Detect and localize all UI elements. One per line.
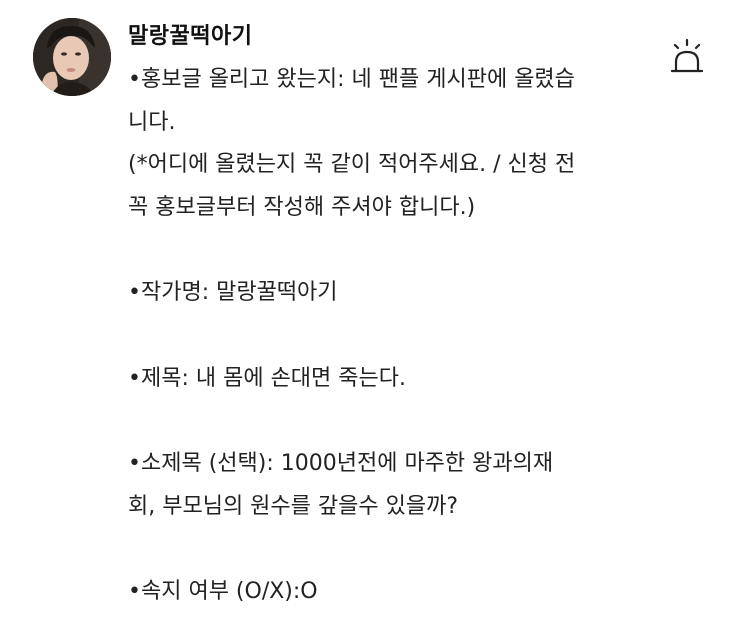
- post-line: •속지 여부 (O/X):O: [128, 579, 318, 605]
- post-line: [128, 315, 648, 358]
- post-line: 회, 부모님의 원수를 갚을수 있을까?: [128, 493, 459, 519]
- report-button[interactable]: [665, 36, 709, 80]
- post-line: [128, 230, 648, 273]
- post-line: (*어디에 올렸는지 꼭 같이 적어주세요. / 신청 전: [128, 152, 576, 178]
- post-line: 꼭 홍보글부터 작성해 주셔야 합니다.): [128, 195, 476, 221]
- avatar-photo: [33, 18, 111, 96]
- post: 말랑꿀떡아기 •홍보글 올리고 왔는지: 네 팬플 게시판에 올렸습 니다. (…: [0, 0, 750, 629]
- post-line: •작가명: 말랑꿀떡아기: [128, 280, 338, 306]
- post-line: •제목: 내 몸에 손대면 죽는다.: [128, 365, 406, 391]
- post-line: •홍보글 올리고 왔는지: 네 팬플 게시판에 올렸습: [128, 67, 575, 92]
- post-line: 니다.: [128, 109, 176, 135]
- post-line: •소제목 (선택): 1000년전에 마주한 왕과의재: [128, 451, 554, 477]
- avatar[interactable]: [33, 18, 111, 96]
- author-name[interactable]: 말랑꿀떡아기: [128, 18, 252, 50]
- post-line: [128, 529, 648, 572]
- post-body: •홍보글 올리고 왔는지: 네 팬플 게시판에 올렸습 니다. (*어디에 올렸…: [128, 59, 648, 614]
- post-line: [128, 401, 648, 444]
- siren-icon: [670, 38, 704, 73]
